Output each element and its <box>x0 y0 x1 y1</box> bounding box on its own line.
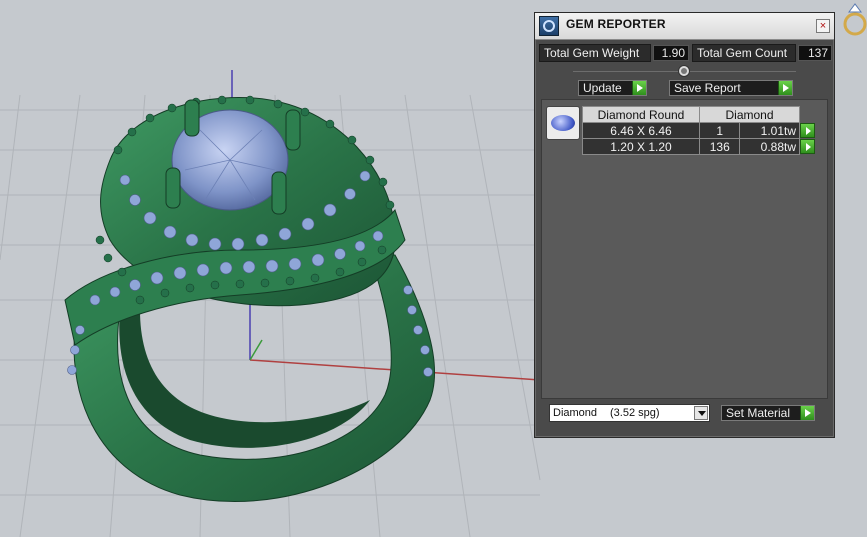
row-size: 6.46 X 6.46 <box>582 122 700 139</box>
totals-row: Total Gem Weight 1.90 Total Gem Count 13… <box>539 43 832 63</box>
ring-icon[interactable] <box>837 0 867 40</box>
save-report-button[interactable]: Save Report <box>669 80 793 96</box>
gem-table: Diamond Round Diamond 6.46 X 6.46 1 1.01… <box>582 106 816 155</box>
header-shape: Diamond Round <box>582 106 700 123</box>
row-count: 1 <box>698 122 741 139</box>
table-row[interactable]: 6.46 X 6.46 1 1.01tw <box>582 122 816 139</box>
set-material-button-label: Set Material <box>726 406 791 420</box>
gem-reporter-panel: GEM REPORTER × Total Gem Weight 1.90 Tot… <box>534 12 835 438</box>
row-select-arrow[interactable] <box>800 123 816 139</box>
diamond-icon[interactable] <box>546 106 580 140</box>
total-gem-count-value: 137 <box>798 45 832 61</box>
play-arrow-icon <box>632 81 646 95</box>
close-icon[interactable]: × <box>816 19 830 33</box>
save-report-button-label: Save Report <box>674 81 741 95</box>
ring-model <box>64 95 435 503</box>
play-arrow-icon <box>778 81 792 95</box>
play-arrow-icon[interactable] <box>800 123 815 138</box>
play-arrow-icon <box>800 406 814 420</box>
panel-title: GEM REPORTER <box>566 17 666 31</box>
play-arrow-icon[interactable] <box>800 139 815 154</box>
panel-titlebar[interactable]: GEM REPORTER × <box>535 13 834 40</box>
row-select-arrow[interactable] <box>800 139 816 155</box>
collapse-knob-icon[interactable] <box>678 65 690 77</box>
row-count: 136 <box>698 138 741 155</box>
table-header-row: Diamond Round Diamond <box>582 106 816 123</box>
row-weight: 1.01tw <box>739 122 800 139</box>
material-spg: (3.52 spg) <box>610 407 660 419</box>
total-gem-count-label: Total Gem Count <box>692 44 796 62</box>
set-material-button[interactable]: Set Material <box>721 405 815 421</box>
update-button-label: Update <box>583 81 622 95</box>
chevron-down-icon[interactable] <box>694 406 708 420</box>
material-select[interactable]: Diamond (3.52 spg) <box>549 404 710 422</box>
update-button[interactable]: Update <box>578 80 647 96</box>
row-weight: 0.88tw <box>739 138 800 155</box>
total-gem-weight-value: 1.90 <box>653 45 689 61</box>
header-material: Diamond <box>699 106 800 123</box>
table-row[interactable]: 1.20 X 1.20 136 0.88tw <box>582 138 816 155</box>
row-size: 1.20 X 1.20 <box>582 138 700 155</box>
gem-list-area: Diamond Round Diamond 6.46 X 6.46 1 1.01… <box>541 99 828 399</box>
total-gem-weight-label: Total Gem Weight <box>539 44 651 62</box>
gem-reporter-icon <box>539 16 559 36</box>
material-name: Diamond <box>553 407 598 419</box>
y-axis <box>249 339 263 361</box>
